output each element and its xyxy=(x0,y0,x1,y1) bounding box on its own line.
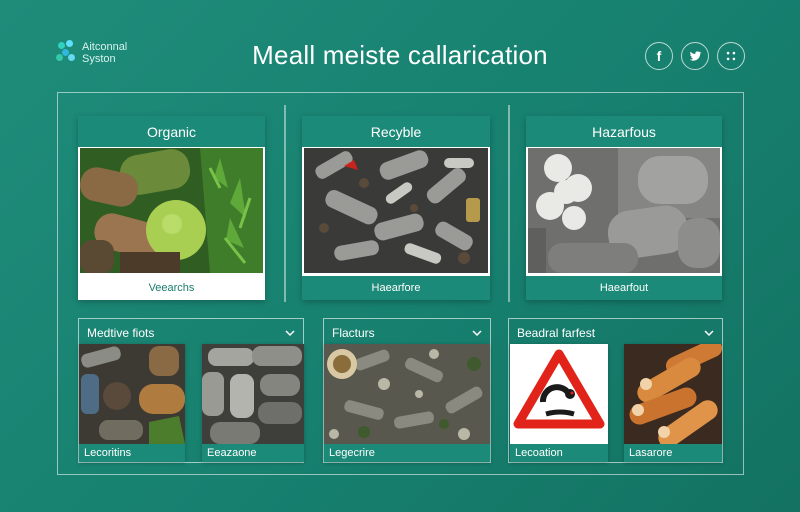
waste-item-card[interactable]: Lecoation xyxy=(510,344,608,462)
chevron-down-icon[interactable] xyxy=(285,328,295,338)
category-card-recyclable[interactable]: Recyble Haearfore xyxy=(302,116,490,300)
waste-item-label: Legecrire xyxy=(324,444,490,462)
waste-item-card[interactable]: Eeazaone xyxy=(202,344,304,462)
facebook-button[interactable]: f xyxy=(645,42,673,70)
recyclable-waste-image xyxy=(304,148,488,273)
category-footer: Veearchs xyxy=(78,276,265,300)
group-header[interactable]: Beadral farfest xyxy=(517,323,714,343)
twitter-icon xyxy=(689,51,702,61)
chevron-down-icon[interactable] xyxy=(704,328,714,338)
group-title: Flacturs xyxy=(332,326,375,340)
waste-item-label: Lecoation xyxy=(510,444,608,462)
column-divider xyxy=(508,105,510,302)
group-header[interactable]: Medtive fiots xyxy=(87,323,295,343)
waste-item-card[interactable]: Legecrire xyxy=(324,344,490,462)
category-title: Recyble xyxy=(302,116,490,147)
waste-item-label: Lasarore xyxy=(624,444,722,462)
chevron-down-icon[interactable] xyxy=(472,328,482,338)
waste-item-label: Eeazaone xyxy=(202,444,304,462)
share-icon xyxy=(726,51,736,61)
organic-waste-image xyxy=(80,148,263,273)
category-title: Organic xyxy=(78,116,265,147)
page-title: Meall meiste callarication xyxy=(252,40,548,70)
group-title: Medtive fiots xyxy=(87,326,155,340)
category-footer: Haearfout xyxy=(526,276,722,300)
waste-item-label: Lecoritins xyxy=(79,444,185,462)
column-divider xyxy=(284,105,286,302)
waste-item-image xyxy=(624,344,722,444)
category-card-hazardous[interactable]: Hazarfous Haearfout xyxy=(526,116,722,300)
twitter-button[interactable] xyxy=(681,42,709,70)
category-footer: Haearfore xyxy=(302,276,490,300)
share-button[interactable] xyxy=(717,42,745,70)
waste-item-image xyxy=(202,344,304,444)
waste-item-card[interactable]: Lasarore xyxy=(624,344,722,462)
category-title: Hazarfous xyxy=(526,116,722,147)
waste-item-card[interactable]: Lecoritins xyxy=(79,344,185,462)
hazard-warning-image xyxy=(510,344,608,444)
category-card-organic[interactable]: Organic Veearchs xyxy=(78,116,265,300)
waste-item-image xyxy=(79,344,185,444)
facebook-icon: f xyxy=(656,48,662,64)
hazardous-waste-image xyxy=(528,148,720,273)
group-header[interactable]: Flacturs xyxy=(332,323,482,343)
group-title: Beadral farfest xyxy=(517,326,596,340)
waste-item-image xyxy=(324,344,490,444)
